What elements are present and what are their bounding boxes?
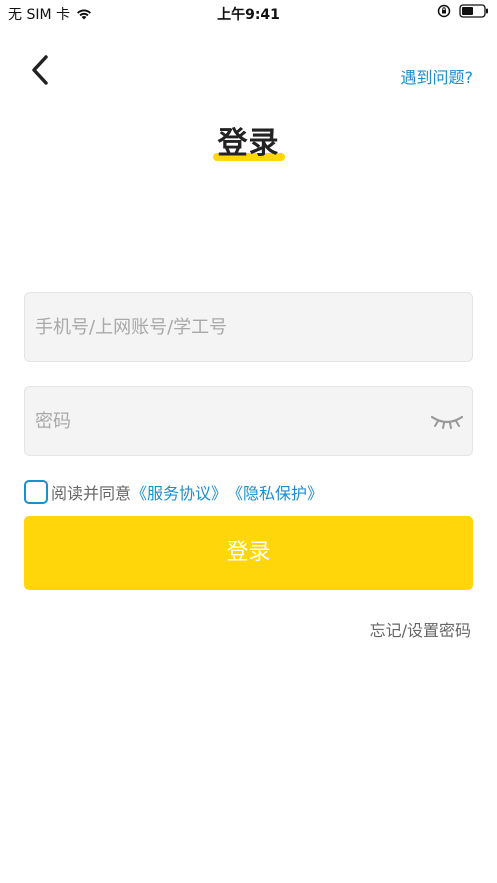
agreement-row: 阅读并同意 《服务协议》 《隐私保护》	[24, 480, 323, 504]
password-field	[24, 386, 473, 456]
eye-closed-icon[interactable]	[430, 411, 464, 431]
agree-checkbox[interactable]	[24, 480, 48, 504]
login-button[interactable]: 登录	[24, 516, 473, 590]
service-agreement-link[interactable]: 《服务协议》	[131, 480, 227, 504]
chevron-left-icon	[32, 55, 48, 85]
account-input[interactable]	[35, 293, 425, 361]
status-bar: 无 SIM 卡 上午9:41	[0, 0, 497, 26]
rotation-lock-icon	[437, 4, 451, 18]
password-input[interactable]	[35, 387, 425, 455]
page-title-wrap: 登录	[0, 118, 497, 162]
back-button[interactable]	[24, 50, 56, 90]
battery-icon	[459, 4, 488, 18]
status-time: 上午9:41	[217, 7, 280, 23]
status-right	[437, 4, 489, 18]
account-field	[24, 292, 473, 362]
help-link[interactable]: 遇到问题?	[401, 64, 474, 88]
agree-prefix: 阅读并同意	[51, 484, 132, 503]
privacy-policy-link[interactable]: 《隐私保护》	[227, 480, 323, 504]
page-title: 登录	[217, 126, 280, 161]
forgot-password-link[interactable]: 忘记/设置密码	[370, 617, 471, 641]
